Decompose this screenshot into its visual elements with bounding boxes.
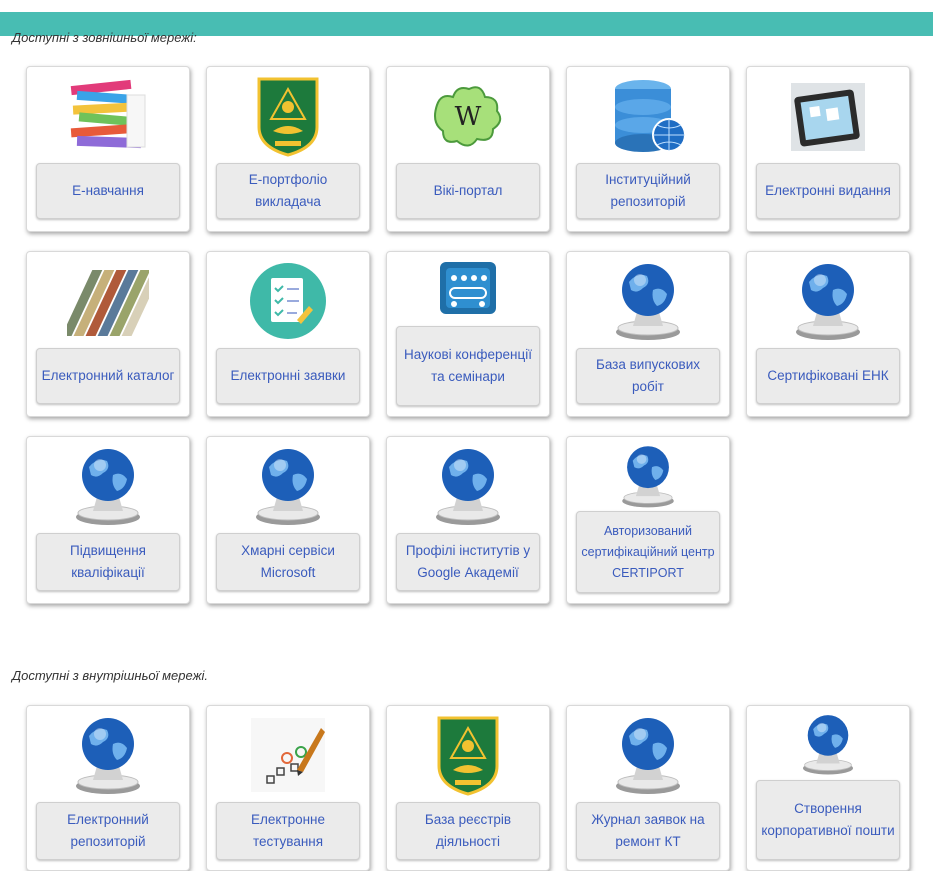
internal-section-title: Доступні з внутрішньої мережі.: [12, 668, 209, 683]
checklist-icon: [207, 260, 369, 342]
tile-label: Е-портфоліо викладача: [216, 163, 360, 219]
tile-label: Журнал заявок на ремонт КТ: [576, 802, 720, 860]
globe-icon: [27, 445, 189, 527]
tile-graduate-works[interactable]: База випускових робіт: [566, 251, 730, 417]
tile-label: Електронне тестування: [216, 802, 360, 860]
tile-label: Хмарні сервіси Microsoft: [216, 533, 360, 591]
tile-label: Е-навчання: [36, 163, 180, 219]
tile-label: Наукові конференції та семінари: [396, 326, 540, 406]
catalog-books-icon: [27, 260, 189, 342]
tile-label: Електронні видання: [756, 163, 900, 219]
conference-icon: [387, 258, 549, 318]
tile-e-portfolio[interactable]: Е-портфоліо викладача: [206, 66, 370, 232]
tile-certiport[interactable]: Авторизований сертифікаційний центр CERT…: [566, 436, 730, 604]
tile-repair-log[interactable]: Журнал заявок на ремонт КТ: [566, 705, 730, 871]
tile-google-scholar[interactable]: Профілі інститутів у Google Академії: [386, 436, 550, 604]
wiki-puzzle-icon: W: [387, 75, 549, 157]
tile-label: Інституційний репозиторій: [576, 163, 720, 219]
books-icon: [27, 75, 189, 157]
tile-label: Електронний репозиторій: [36, 802, 180, 860]
tile-label: Авторизований сертифікаційний центр CERT…: [576, 511, 720, 593]
tile-registry-base[interactable]: База реєстрів діяльності: [386, 705, 550, 871]
tile-e-testing[interactable]: Електронне тестування: [206, 705, 370, 871]
university-crest-icon: [387, 714, 549, 796]
tile-label: Створення корпоративної пошти: [756, 780, 900, 860]
tile-e-requests[interactable]: Електронні заявки: [206, 251, 370, 417]
tile-e-learning[interactable]: Е-навчання: [26, 66, 190, 232]
tile-wiki[interactable]: W Вікі-портал: [386, 66, 550, 232]
globe-icon: [27, 714, 189, 796]
tile-certified-enk[interactable]: Сертифіковані ЕНК: [746, 251, 910, 417]
test-survey-icon: [207, 714, 369, 796]
svg-text:W: W: [455, 102, 482, 132]
ebook-reader-icon: [747, 75, 909, 157]
tile-label: Сертифіковані ЕНК: [756, 348, 900, 404]
tile-label: Електронні заявки: [216, 348, 360, 404]
tile-microsoft-cloud[interactable]: Хмарні сервіси Microsoft: [206, 436, 370, 604]
globe-icon: [207, 445, 369, 527]
tile-label: Електронний каталог: [36, 348, 180, 404]
tile-corporate-mail[interactable]: Створення корпоративної пошти: [746, 705, 910, 871]
tile-label: База реєстрів діяльності: [396, 802, 540, 860]
tile-conferences[interactable]: Наукові конференції та семінари: [386, 251, 550, 417]
tile-label: Профілі інститутів у Google Академії: [396, 533, 540, 591]
external-section-title: Доступні з зовнішньої мережі:: [12, 30, 197, 45]
tile-label: База випускових робіт: [576, 348, 720, 404]
tile-label: Підвищення кваліфікації: [36, 533, 180, 591]
tile-qualification[interactable]: Підвищення кваліфікації: [26, 436, 190, 604]
tile-institutional-repo[interactable]: Інституційний репозиторій: [566, 66, 730, 232]
tile-label: Вікі-портал: [396, 163, 540, 219]
tile-e-publications[interactable]: Електронні видання: [746, 66, 910, 232]
tile-e-catalog[interactable]: Електронний каталог: [26, 251, 190, 417]
globe-icon: [567, 714, 729, 796]
globe-icon: [387, 445, 549, 527]
globe-icon: [567, 443, 729, 509]
globe-icon: [567, 260, 729, 342]
globe-icon: [747, 712, 909, 776]
database-globe-icon: [567, 75, 729, 157]
university-crest-icon: [207, 75, 369, 157]
globe-icon: [747, 260, 909, 342]
tile-e-repository[interactable]: Електронний репозиторій: [26, 705, 190, 871]
